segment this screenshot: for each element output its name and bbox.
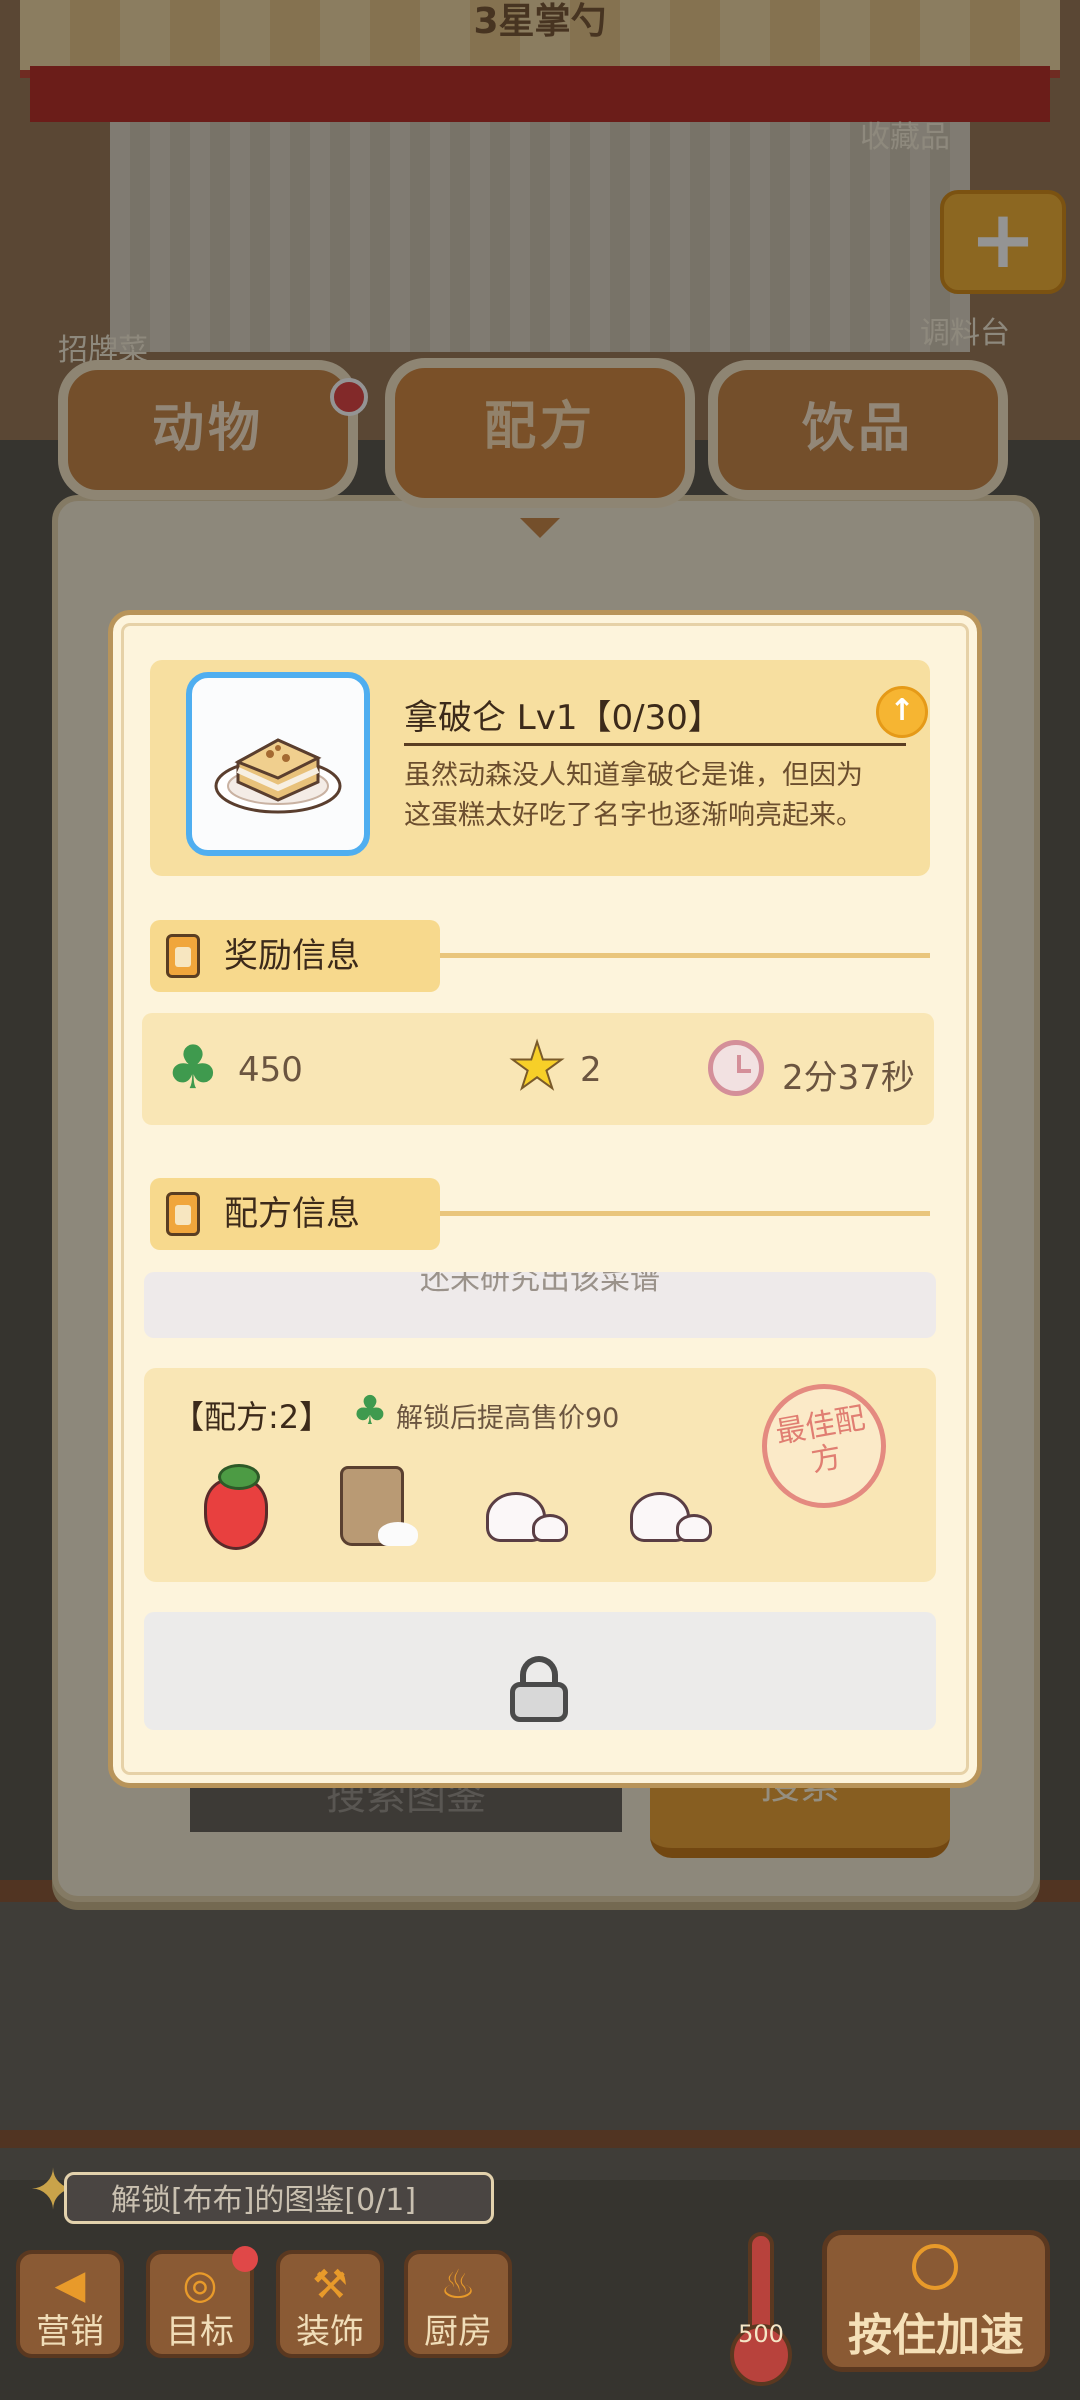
pot-icon: ♨ [440,2262,476,2308]
divider [404,743,906,746]
play-icon [912,2244,958,2290]
dish-description: 虽然动森没人知道拿破仑是谁，但因为这蛋糕太好吃了名字也逐渐响亮起来。 [404,760,863,831]
decor-label: 装饰 [296,2312,364,2352]
notification-badge [232,2246,258,2272]
divider [440,1211,930,1216]
marketing-button[interactable]: ◀ 营销 [16,2250,124,2358]
clover-reward-value: 450 [238,1050,303,1090]
clipboard-icon [166,1192,200,1236]
divider [440,953,930,958]
best-recipe-label: 【配方:2】 [172,1398,332,1436]
lock-icon [510,1656,568,1722]
cream-icon [480,1462,568,1552]
recipe-section-header: 配方信息 [150,1178,440,1250]
best-recipe-unlock-text: 解锁后提高售价90 [396,1403,620,1434]
clock-icon [708,1040,764,1096]
cook-time-value: 2分37秒 [782,1058,915,1098]
kitchen-label: 厨房 [424,2312,492,2352]
recipe-section-title: 配方信息 [224,1194,360,1234]
cream-icon [624,1462,712,1552]
reward-section-header: 奖励信息 [150,920,440,992]
clover-icon: ♣ [166,1033,220,1103]
marketing-label: 营销 [36,2312,104,2352]
flour-icon [336,1462,418,1552]
napoleon-cake-icon [214,738,342,814]
upgrade-arrow-icon[interactable]: ↑ [876,686,928,738]
dish-title: 拿破仑 Lv1【0/30】 [404,698,722,738]
thermometer-value: 500 [738,2320,784,2348]
kitchen-button[interactable]: ♨ 厨房 [404,2250,512,2358]
dish-image-frame [186,672,370,856]
clipboard-icon [166,934,200,978]
clover-icon: ♣ [352,1388,388,1434]
recipe-research-hint-box: 还未研究出该菜谱 [144,1272,936,1338]
star-icon: ★ [507,1030,566,1104]
goals-label: 目标 [166,2312,234,2352]
decor-button[interactable]: ⚒ 装饰 [276,2250,384,2358]
strawberry-icon [196,1462,276,1552]
thermometer-icon [730,2232,792,2388]
quest-progress-bar[interactable]: 解锁[布布]的图鉴[0/1] [64,2172,494,2224]
hammer-icon: ⚒ [312,2262,348,2308]
recipe-research-hint: 还未研究出该菜谱 [420,1272,660,1297]
reward-section-title: 奖励信息 [224,936,360,976]
star-reward-value: 2 [580,1050,602,1090]
megaphone-icon: ◀ [54,2262,86,2308]
